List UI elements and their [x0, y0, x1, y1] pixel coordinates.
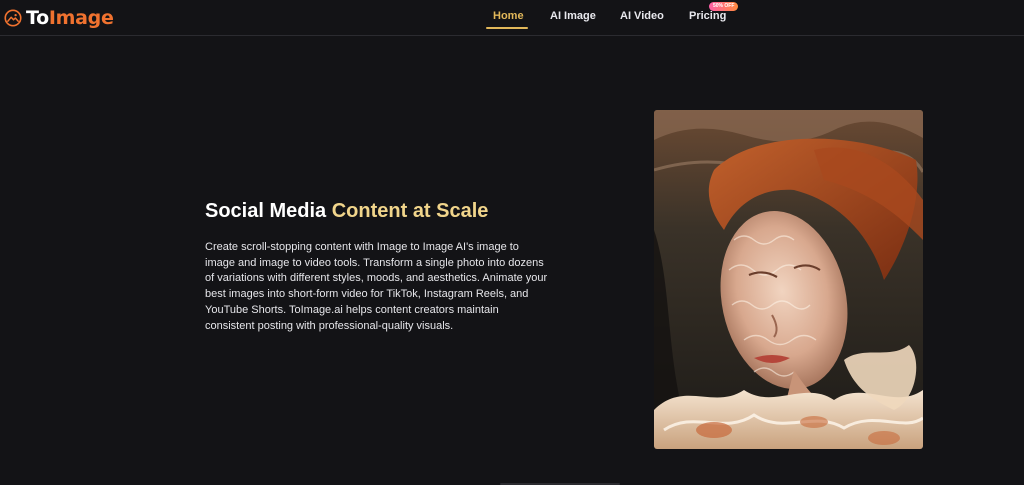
showcase-image	[654, 110, 923, 449]
headline-accent: Content at Scale	[331, 200, 489, 222]
nav-ai-video[interactable]: AI Video	[620, 10, 664, 22]
underwater-portrait-illustration	[654, 110, 923, 449]
main-nav: Home AI Image AI Video Pricing 50% OFF	[0, 0, 1024, 36]
section-description: Create scroll-stopping content with Imag…	[205, 241, 548, 332]
nav-pricing[interactable]: Pricing	[689, 10, 726, 22]
nav-ai-image[interactable]: AI Image	[550, 10, 596, 22]
nav-home[interactable]: Home	[493, 10, 524, 22]
site-header: ToImage Home AI Image AI Video Pricing 5…	[0, 0, 1024, 36]
page: ToImage Home AI Image AI Video Pricing 5…	[0, 0, 1024, 485]
nav-active-indicator	[486, 27, 528, 29]
headline-part1: Social Media	[205, 200, 332, 222]
section-headline: Social Media Content at Scale	[205, 200, 488, 223]
pricing-discount-badge: 50% OFF	[709, 2, 739, 11]
